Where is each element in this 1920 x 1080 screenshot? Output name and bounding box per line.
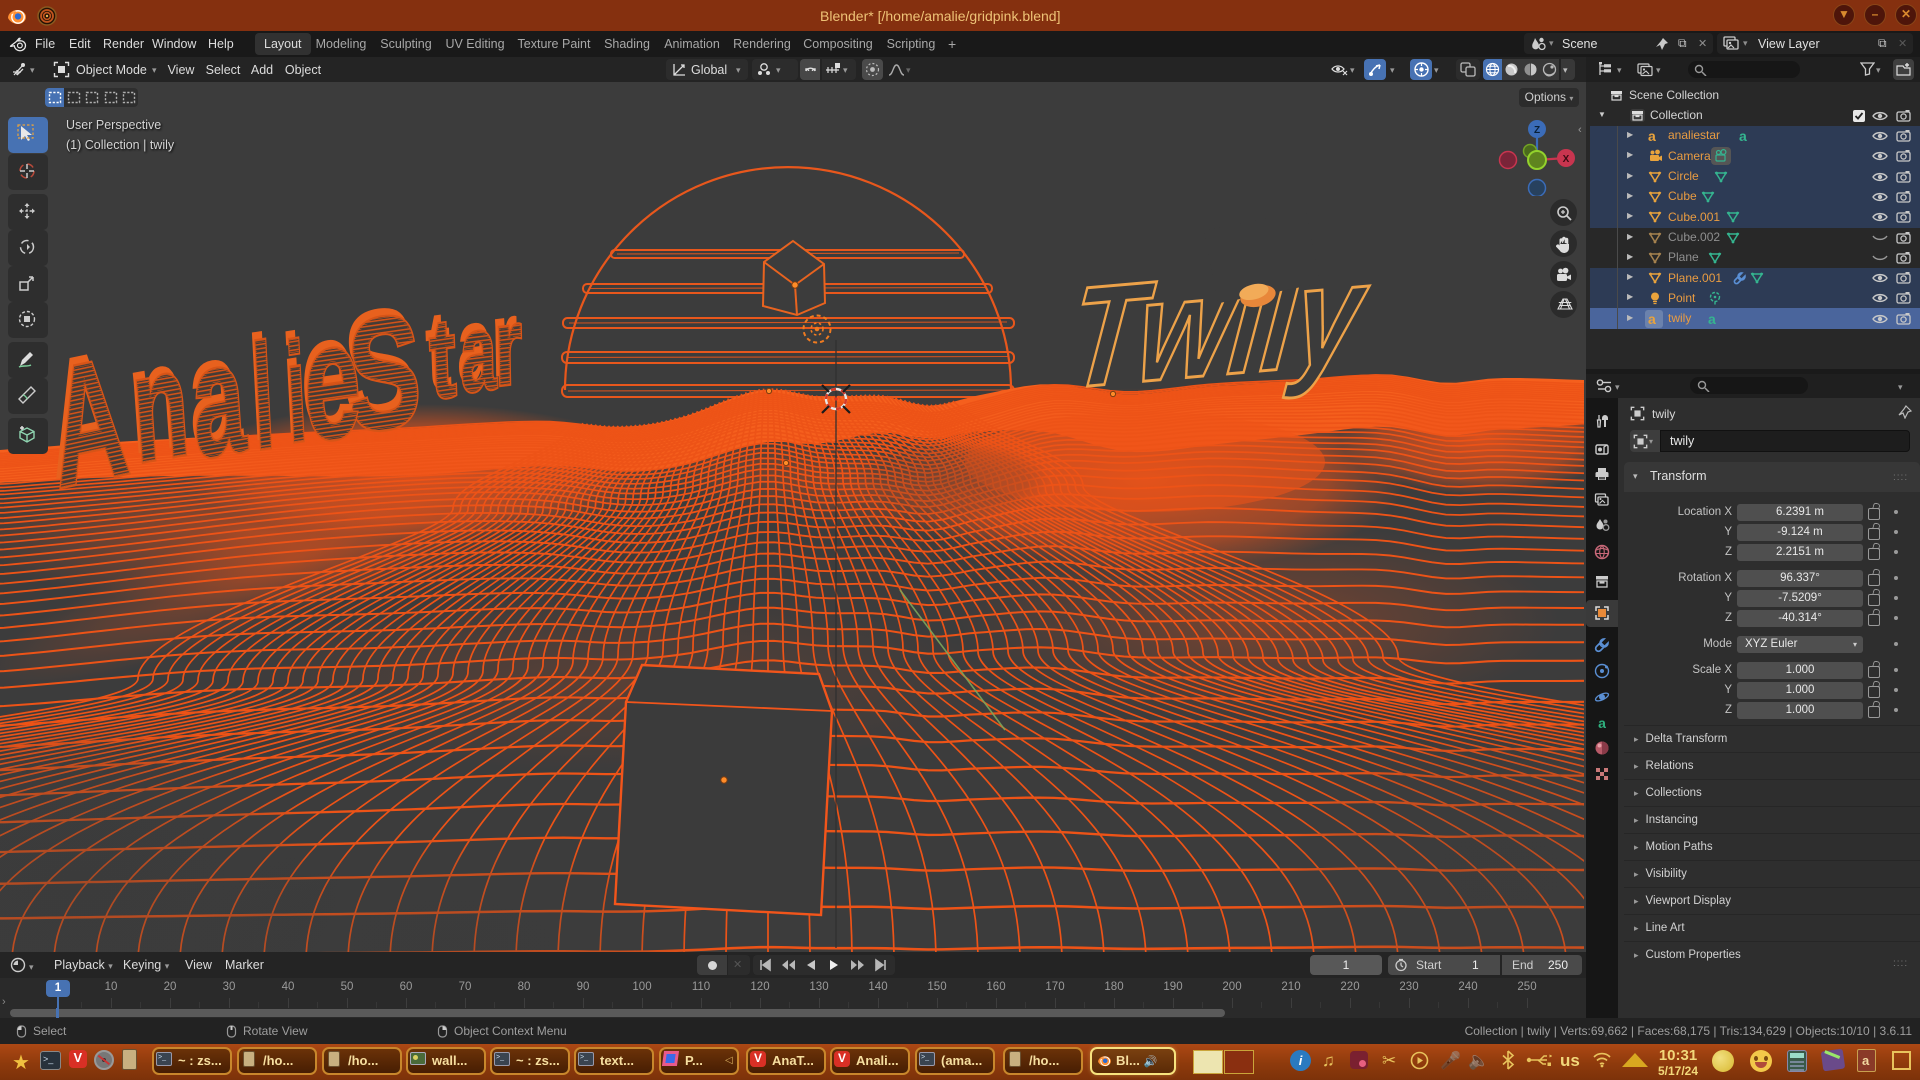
svg-text:X: X xyxy=(1563,154,1570,165)
svg-text:r: r xyxy=(494,285,523,409)
svg-text:a: a xyxy=(1598,715,1606,731)
svg-text:a: a xyxy=(459,289,498,415)
svg-text:e: e xyxy=(301,285,364,478)
svg-text:t: t xyxy=(428,293,458,423)
svg-text:Z: Z xyxy=(1534,125,1540,136)
